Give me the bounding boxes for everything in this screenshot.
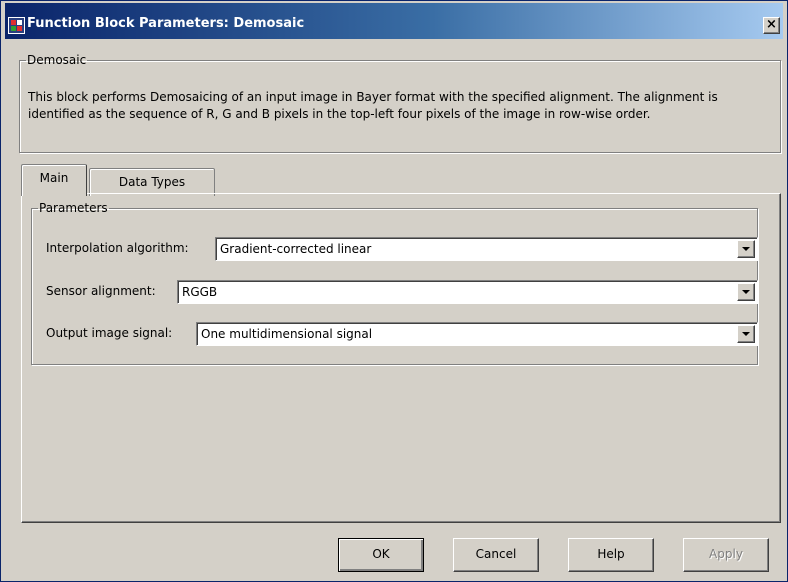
description-group-label: Demosaic [27,53,87,67]
interpolation-algorithm-value: Gradient-corrected linear [220,242,372,256]
close-icon: × [766,17,777,32]
output-image-signal-select[interactable]: One multidimensional signal [196,322,758,346]
close-button[interactable]: × [763,17,780,34]
cancel-button[interactable]: Cancel [453,538,539,572]
block-description: This block performs Demosaicing of an in… [28,90,718,121]
chevron-down-icon[interactable] [737,283,755,301]
ok-button[interactable]: OK [338,538,424,572]
interpolation-algorithm-select[interactable]: Gradient-corrected linear [215,237,758,261]
description-group: Demosaic This block performs Demosaicing… [19,53,781,153]
help-button[interactable]: Help [568,538,654,572]
sensor-alignment-value: RGGB [182,285,218,299]
tab-strip: Main Data Types [21,164,321,196]
apply-button[interactable]: Apply [683,538,769,572]
parameters-group-label: Parameters [39,201,108,215]
tab-main[interactable]: Main [21,164,87,196]
interpolation-algorithm-label: Interpolation algorithm: [46,241,189,255]
chevron-down-icon[interactable] [737,240,755,258]
tab-data-types[interactable]: Data Types [89,168,215,196]
sensor-alignment-row: Sensor alignment: RGGB [46,280,758,304]
sensor-alignment-select[interactable]: RGGB [177,280,758,304]
output-image-signal-label: Output image signal: [46,326,173,340]
main-tab-panel: Parameters Interpolation algorithm: Grad… [21,193,781,523]
interpolation-row: Interpolation algorithm: Gradient-correc… [46,237,758,261]
output-image-signal-value: One multidimensional signal [201,327,373,341]
parameters-group: Parameters Interpolation algorithm: Grad… [31,201,758,365]
window-title: Function Block Parameters: Demosaic [27,16,305,31]
output-signal-row: Output image signal: One multidimensiona… [46,322,758,346]
chevron-down-icon[interactable] [737,325,755,343]
sensor-alignment-label: Sensor alignment: [46,284,156,298]
simulink-block-icon [8,17,25,34]
dialog-window: Function Block Parameters: Demosaic × De… [0,0,788,582]
title-bar[interactable]: Function Block Parameters: Demosaic × [5,3,783,39]
